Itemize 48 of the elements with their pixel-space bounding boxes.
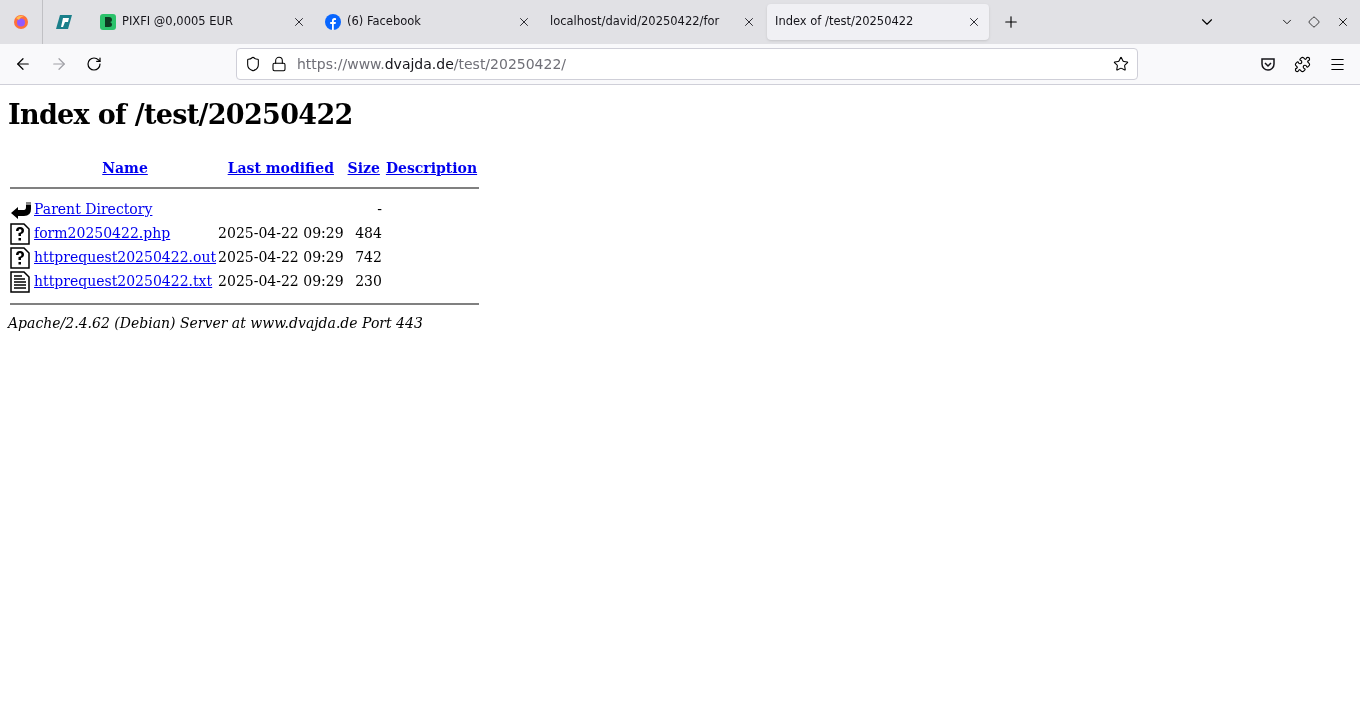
tab-title: (6) Facebook — [347, 13, 422, 31]
file-link[interactable]: httprequest20250422.txt — [34, 273, 213, 289]
tab-title: localhost/david/20250422/for — [550, 13, 721, 31]
close-icon[interactable] — [292, 15, 306, 29]
file-link[interactable]: Parent Directory — [34, 201, 153, 217]
column-header-link[interactable]: Name — [102, 159, 148, 176]
bookmark-star-icon[interactable] — [1113, 56, 1129, 72]
server-signature: Apache/2.4.62 (Debian) Server at www.dvajda.de Port 443 — [8, 313, 424, 333]
close-icon[interactable] — [742, 15, 756, 29]
unknown-file-icon — [10, 246, 30, 269]
tab-title: PIXFI @0,0005 EUR — [122, 13, 234, 31]
close-icon[interactable] — [517, 15, 531, 29]
browser-tab[interactable]: Index of /test/20250422 — [767, 4, 989, 40]
close-icon[interactable] — [1336, 15, 1350, 29]
file-size: - — [377, 201, 382, 217]
circle-f-icon — [325, 14, 341, 30]
modified-date: 2025-04-22 09:29 — [218, 249, 344, 265]
tab-title: Index of /test/20250422 — [775, 13, 915, 31]
file-size: 484 — [355, 225, 382, 241]
page-heading: Index of /test/20250422 — [8, 98, 354, 132]
reload-icon[interactable] — [86, 56, 102, 72]
browser-tab[interactable]: (6) Facebook — [317, 4, 539, 40]
address-bar[interactable]: https://www.dvajda.de/test/20250422/ — [236, 48, 1138, 80]
browser-tab[interactable]: localhost/david/20250422/for — [542, 4, 764, 40]
text-file-icon — [10, 270, 30, 293]
back-icon[interactable] — [14, 55, 32, 73]
pocket-icon[interactable] — [1260, 56, 1276, 72]
browser-tab[interactable]: PIXFI @0,0005 EUR — [92, 4, 314, 40]
file-link[interactable]: form20250422.php — [34, 225, 171, 241]
column-header-link[interactable]: Size — [347, 159, 380, 176]
logo-icon — [55, 14, 74, 30]
file-size: 230 — [355, 273, 382, 289]
column-header-link[interactable]: Description — [385, 159, 478, 176]
lock-icon — [271, 56, 287, 72]
shield-icon — [245, 56, 261, 72]
file-size: 742 — [355, 249, 382, 265]
file-link[interactable]: httprequest20250422.out — [34, 249, 217, 265]
modified-date: 2025-04-22 09:29 — [218, 225, 344, 241]
maximize-icon[interactable] — [1308, 16, 1320, 28]
unknown-file-icon — [10, 222, 30, 245]
column-header-link[interactable]: Last modified — [227, 159, 334, 176]
url-text: https://www.dvajda.de/test/20250422/ — [297, 54, 568, 74]
browser-logo-icon — [13, 14, 29, 30]
new-tab-icon[interactable] — [1002, 13, 1020, 31]
modified-date: 2025-04-22 09:29 — [218, 273, 344, 289]
extensions-icon[interactable] — [1294, 55, 1311, 73]
close-icon[interactable] — [967, 15, 981, 29]
letter-badge-icon — [100, 14, 116, 30]
